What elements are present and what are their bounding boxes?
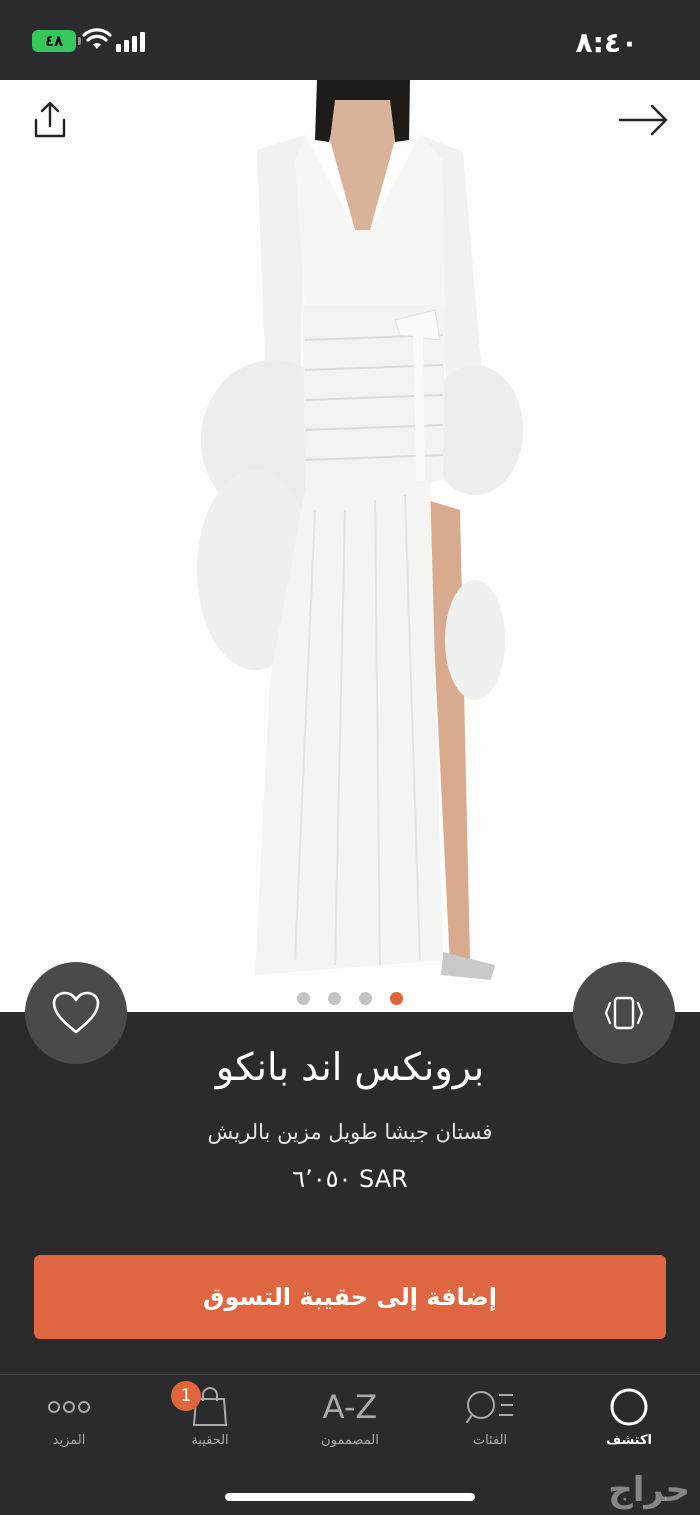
add-to-bag-button[interactable]: إضافة إلى حقيبة التسوق	[34, 1255, 666, 1339]
discover-circle-icon	[610, 1388, 648, 1426]
product-price: ٦٬٠٥٠ SAR	[292, 1165, 408, 1193]
tab-designers-label: المصممون	[321, 1433, 379, 1448]
bag-count-badge: 1	[171, 1381, 201, 1411]
watermark-logo: حراج	[608, 1470, 690, 1510]
tab-designers[interactable]: A-Z المصممون	[295, 1375, 405, 1465]
status-time: ٨:٤٠	[575, 26, 638, 59]
battery-indicator: ٤٨	[32, 30, 81, 52]
a-z-icon: A-Z	[322, 1388, 378, 1426]
pagination-dot[interactable]	[297, 992, 310, 1005]
product-description: فستان جيشا طويل مزين بالريش	[207, 1120, 493, 1144]
tab-discover[interactable]: اكتشف	[574, 1375, 684, 1465]
heart-icon	[52, 991, 100, 1034]
pagination-dot[interactable]	[328, 992, 341, 1005]
product-image-gallery[interactable]	[0, 80, 700, 1012]
product-brand[interactable]: برونكس اند بانكو	[0, 1045, 700, 1089]
pagination-dot[interactable]	[359, 992, 372, 1005]
rotate-view-icon	[604, 996, 644, 1030]
wifi-icon	[82, 28, 112, 49]
home-indicator[interactable]	[225, 1493, 475, 1501]
cellular-signal-icon	[116, 30, 145, 52]
arrow-right-icon[interactable]	[618, 100, 670, 140]
tab-more-label: المزيد	[52, 1433, 86, 1448]
tab-more[interactable]: المزيد	[14, 1375, 124, 1465]
pagination-dot-active[interactable]	[390, 992, 403, 1005]
tab-discover-label: اكتشف	[605, 1433, 653, 1448]
tab-bag-label: الحقيبة	[191, 1433, 229, 1448]
tab-categories[interactable]: الفئات	[435, 1375, 545, 1465]
status-bar: ٤٨ ٨:٤٠	[0, 0, 700, 80]
more-icon	[48, 1401, 90, 1413]
tab-categories-label: الفئات	[472, 1433, 508, 1448]
share-icon[interactable]	[28, 98, 72, 142]
product-photo	[197, 80, 523, 980]
search-list-icon	[466, 1391, 513, 1423]
